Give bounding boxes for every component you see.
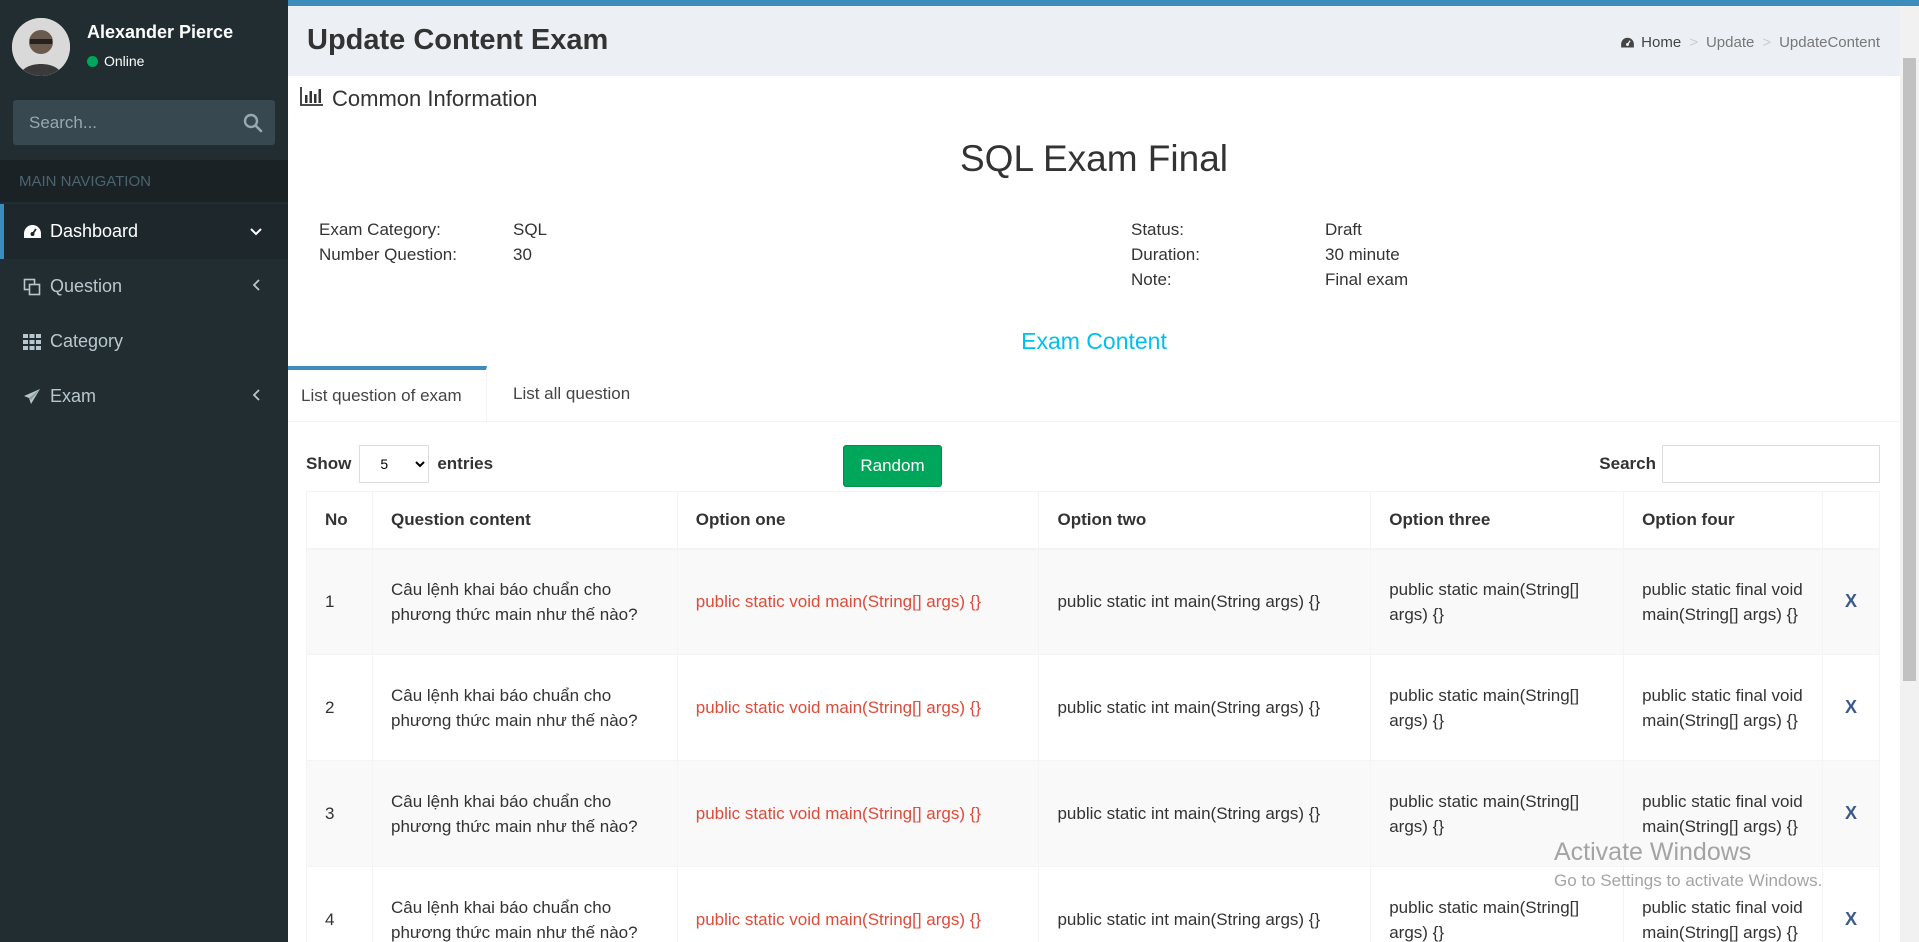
datatable-search: Search [1599, 445, 1880, 483]
section-title: Exam Content [1021, 328, 1167, 354]
box-title-label: Common Information [332, 86, 538, 111]
tab-bar: List question of exam List all question [288, 366, 1900, 422]
table-row: 1 Câu lệnh khai báo chuẩn cho phương thứ… [306, 548, 1881, 655]
box-title: Common Information [300, 86, 537, 112]
remove-question-button[interactable]: X [1821, 760, 1881, 867]
tab-list-question-of-exam[interactable]: List question of exam [288, 366, 487, 422]
column-header[interactable]: No [306, 491, 373, 550]
user-name: Alexander Pierce [87, 22, 234, 42]
datatable-search-input[interactable] [1662, 445, 1880, 483]
column-header[interactable]: Option two [1038, 491, 1372, 550]
sidebar: Alexander Pierce Online MAIN NAVIGATION … [0, 0, 288, 942]
bar-chart-icon [300, 86, 324, 112]
entries-length: Show 5 entries [306, 445, 493, 483]
sidebar-search [13, 100, 275, 145]
breadcrumb: Home > Update > UpdateContent [1620, 34, 1880, 51]
exam-title: SQL Exam Final [960, 138, 1228, 179]
chevron-left-icon [244, 278, 268, 296]
column-header[interactable]: Question content [371, 491, 678, 550]
info-key-note: Note: [1131, 270, 1172, 289]
tab-list-all-question[interactable]: List all question [500, 366, 643, 422]
info-key-duration: Duration: [1131, 245, 1200, 264]
column-header[interactable]: Option three [1370, 491, 1625, 550]
cell-no: 4 [306, 866, 373, 942]
cell-option-four: public static final void main(String[] a… [1623, 654, 1823, 761]
scrollbar-thumb[interactable] [1903, 58, 1916, 681]
windows-activation-watermark: Activate Windows Go to Settings to activ… [1554, 838, 1823, 890]
info-key-number-question: Number Question: [319, 245, 457, 264]
sidebar-item-label: Dashboard [50, 221, 139, 241]
column-header[interactable]: Option four [1623, 491, 1823, 550]
table-row: 2 Câu lệnh khai báo chuẩn cho phương thứ… [306, 654, 1881, 761]
page-title: Update Content Exam [307, 24, 609, 56]
cell-option-one: public static void main(String[] args) {… [676, 548, 1040, 655]
cell-no: 3 [306, 760, 373, 867]
info-value-duration: 30 minute [1325, 245, 1400, 264]
remove-question-button[interactable]: X [1821, 654, 1881, 761]
sidebar-item-label: Question [50, 276, 123, 296]
sidebar-item-label: Category [50, 331, 124, 351]
chevron-left-icon [244, 388, 268, 406]
breadcrumb-current: UpdateContent [1779, 34, 1880, 51]
cell-option-three: public static main(String[] args) {} [1370, 654, 1625, 761]
random-button[interactable]: Random [843, 445, 942, 487]
info-key-status: Status: [1131, 220, 1184, 239]
avatar [12, 18, 70, 76]
dashboard-icon [1620, 37, 1635, 49]
sidebar-item-label: Exam [50, 386, 97, 406]
chevron-down-icon [244, 223, 268, 241]
breadcrumb-home[interactable]: Home [1641, 34, 1681, 51]
cell-option-one: public static void main(String[] args) {… [676, 866, 1040, 942]
cell-no: 2 [306, 654, 373, 761]
cell-option-two: public static int main(String args) {} [1038, 548, 1372, 655]
cell-option-two: public static int main(String args) {} [1038, 654, 1372, 761]
breadcrumb-update[interactable]: Update [1706, 34, 1754, 51]
online-status-icon [87, 56, 98, 67]
cell-option-one: public static void main(String[] args) {… [676, 654, 1040, 761]
table-header-row: No Question content Option one Option tw… [306, 491, 1881, 550]
paper-plane-icon [22, 387, 42, 407]
cell-question-content: Câu lệnh khai báo chuẩn cho phương thức … [371, 866, 678, 942]
exam-info-left: Exam Category: SQL Number Question: 30 [319, 217, 719, 277]
grid-icon [22, 332, 42, 352]
dashboard-icon [22, 222, 42, 242]
user-status-label: Online [104, 53, 145, 69]
remove-question-button[interactable]: X [1821, 866, 1881, 942]
info-value-category: SQL [513, 220, 548, 239]
page-scrollbar[interactable] [1900, 6, 1919, 942]
copy-icon [22, 277, 42, 297]
exam-info-right: Status: Draft Duration: 30 minute Note: … [1131, 217, 1531, 297]
column-header[interactable]: Option one [676, 491, 1040, 550]
cell-no: 1 [306, 548, 373, 655]
nav-header: MAIN NAVIGATION [19, 173, 151, 190]
entries-select[interactable]: 5 [359, 445, 430, 483]
info-value-note: Final exam [1325, 270, 1409, 289]
column-header [1821, 491, 1881, 550]
remove-question-button[interactable]: X [1821, 548, 1881, 655]
info-value-number-question: 30 [513, 245, 532, 264]
user-status: Online [87, 53, 144, 69]
content-header: Update Content Exam Home > Update > Upda… [288, 6, 1900, 76]
info-key-category: Exam Category: [319, 220, 441, 239]
sidebar-search-input[interactable] [13, 100, 233, 145]
main-box: Common Information SQL Exam Final Exam C… [288, 76, 1900, 942]
cell-question-content: Câu lệnh khai báo chuẩn cho phương thức … [371, 654, 678, 761]
sidebar-item-dashboard[interactable]: Dashboard [0, 204, 288, 259]
search-icon[interactable] [241, 111, 265, 135]
sidebar-item-exam[interactable]: Exam [0, 369, 288, 424]
user-panel: Alexander Pierce Online [12, 18, 282, 78]
sidebar-item-category[interactable]: Category [0, 314, 288, 369]
info-value-status: Draft [1325, 220, 1362, 239]
cell-option-two: public static int main(String args) {} [1038, 760, 1372, 867]
cell-option-three: public static main(String[] args) {} [1370, 548, 1625, 655]
datatable-controls: Show 5 entries Random Search [288, 441, 1900, 491]
cell-option-four: public static final void main(String[] a… [1623, 548, 1823, 655]
cell-option-two: public static int main(String args) {} [1038, 866, 1372, 942]
sidebar-item-question[interactable]: Question [0, 259, 288, 314]
cell-question-content: Câu lệnh khai báo chuẩn cho phương thức … [371, 760, 678, 867]
cell-option-one: public static void main(String[] args) {… [676, 760, 1040, 867]
cell-question-content: Câu lệnh khai báo chuẩn cho phương thức … [371, 548, 678, 655]
